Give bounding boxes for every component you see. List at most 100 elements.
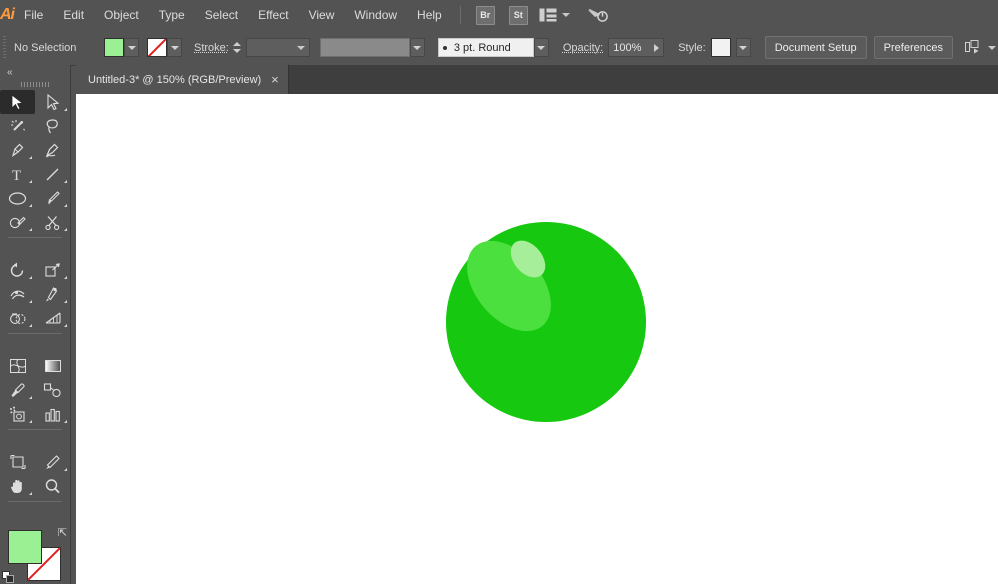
workspace-switcher-button[interactable]: [539, 8, 570, 22]
tool-separator: [0, 498, 70, 505]
style-dropdown-button[interactable]: [735, 38, 751, 57]
control-bar-grip[interactable]: [0, 30, 9, 65]
width-tool[interactable]: [0, 282, 35, 306]
pen-tool[interactable]: [0, 138, 35, 162]
curvature-tool[interactable]: [35, 138, 70, 162]
brush-definition-control[interactable]: 3 pt. Round: [437, 38, 549, 57]
menu-help[interactable]: Help: [407, 0, 452, 30]
artwork-layer: [446, 222, 646, 422]
chevron-down-icon: [561, 13, 570, 17]
tools-panel: « T ⇱: [0, 65, 71, 584]
graphic-style-control[interactable]: Style:: [678, 38, 751, 57]
brush-dot-icon: [442, 45, 447, 50]
free-transform-tool[interactable]: [35, 282, 70, 306]
menu-effect[interactable]: Effect: [248, 0, 298, 30]
fill-dropdown-button[interactable]: [124, 38, 139, 57]
stroke-weight-stepper[interactable]: [232, 38, 243, 57]
menu-divider: [459, 6, 461, 24]
variable-width-profile-field[interactable]: [319, 38, 410, 57]
hand-tool[interactable]: [0, 474, 35, 498]
brush-definition-value: 3 pt. Round: [453, 41, 511, 54]
bridge-button[interactable]: Br: [475, 5, 495, 25]
default-fill-stroke-icon[interactable]: [2, 571, 15, 584]
opacity-label: Opacity:: [562, 41, 604, 54]
stroke-weight-field[interactable]: [245, 38, 310, 57]
stroke-swatch[interactable]: [147, 38, 167, 57]
slice-tool[interactable]: [35, 450, 70, 474]
tool-separator: [0, 426, 70, 433]
ellipse-tool[interactable]: [0, 186, 35, 210]
opacity-control[interactable]: Opacity: 100%: [562, 38, 665, 57]
variable-width-profile-dropdown[interactable]: [409, 38, 425, 57]
paintbrush-tool[interactable]: [35, 186, 70, 210]
preferences-button[interactable]: Preferences: [873, 36, 953, 59]
green-sphere-artwork[interactable]: [446, 222, 646, 422]
fill-swatch[interactable]: [104, 38, 124, 57]
app-logo-icon: Ai: [0, 6, 15, 23]
chevron-down-icon: [170, 45, 179, 50]
shape-builder-tool[interactable]: [0, 306, 35, 330]
column-graph-tool[interactable]: [35, 402, 70, 426]
stock-button[interactable]: St: [508, 5, 528, 25]
scale-tool[interactable]: [35, 258, 70, 282]
fill-proxy-swatch[interactable]: [8, 530, 42, 564]
gradient-tool[interactable]: [35, 354, 70, 378]
zoom-tool[interactable]: [35, 474, 70, 498]
direct-selection-tool[interactable]: [35, 90, 70, 114]
chevron-down-icon: [127, 45, 136, 50]
type-tool[interactable]: T: [0, 162, 35, 186]
swap-fill-stroke-icon[interactable]: ⇱: [58, 526, 67, 539]
artboard-tool[interactable]: [0, 450, 35, 474]
arrange-documents-button[interactable]: [964, 40, 996, 55]
menu-file[interactable]: File: [14, 0, 53, 30]
shaper-pencil-tool[interactable]: [0, 210, 35, 234]
collapse-panel-button[interactable]: «: [0, 65, 70, 79]
selection-tool[interactable]: [0, 90, 35, 114]
blend-tool[interactable]: [35, 378, 70, 402]
line-segment-tool[interactable]: [35, 162, 70, 186]
document-tab-title: Untitled-3* @ 150% (RGB/Preview): [88, 73, 262, 86]
tool-separator: [0, 234, 70, 241]
selection-status-label: No Selection: [14, 41, 77, 54]
tools-panel-grip[interactable]: [0, 79, 70, 90]
fill-color-control[interactable]: [104, 38, 139, 57]
scissors-tool[interactable]: [35, 210, 70, 234]
menu-edit[interactable]: Edit: [53, 0, 94, 30]
menu-bar-right-cluster: Br St: [452, 0, 998, 30]
chevron-down-icon: [296, 45, 305, 50]
stroke-color-control[interactable]: [147, 38, 182, 57]
stroke-dropdown-button[interactable]: [167, 38, 182, 57]
lasso-tool[interactable]: [35, 114, 70, 138]
search-adobe-stock-icon: [587, 8, 608, 22]
menu-view[interactable]: View: [299, 0, 345, 30]
opacity-field[interactable]: 100%: [608, 38, 665, 57]
chevron-down-icon: [987, 45, 996, 50]
chevron-down-icon: [537, 45, 546, 50]
artboard-canvas[interactable]: [76, 94, 998, 584]
mesh-tool[interactable]: [0, 354, 35, 378]
menu-window[interactable]: Window: [344, 0, 407, 30]
symbol-sprayer-tool[interactable]: [0, 402, 35, 426]
opacity-value: 100%: [613, 41, 642, 54]
menu-select[interactable]: Select: [195, 0, 248, 30]
variable-width-profile-control[interactable]: [319, 38, 425, 57]
magic-wand-tool[interactable]: [0, 114, 35, 138]
arrange-documents-icon: [964, 40, 979, 54]
menu-object[interactable]: Object: [94, 0, 149, 30]
menu-type[interactable]: Type: [149, 0, 195, 30]
document-setup-button[interactable]: Document Setup: [764, 36, 867, 59]
style-swatch[interactable]: [710, 38, 731, 57]
style-label: Style:: [678, 41, 706, 54]
brush-definition-field[interactable]: 3 pt. Round: [437, 38, 534, 57]
document-tab[interactable]: Untitled-3* @ 150% (RGB/Preview) ×: [76, 65, 289, 94]
close-icon[interactable]: ×: [271, 73, 279, 86]
rotate-tool[interactable]: [0, 258, 35, 282]
search-stock-button[interactable]: [586, 6, 610, 24]
perspective-grid-tool[interactable]: [35, 306, 70, 330]
menu-bar: Ai File Edit Object Type Select Effect V…: [0, 0, 998, 30]
chevron-right-icon: [654, 43, 660, 52]
brush-definition-dropdown[interactable]: [533, 38, 549, 57]
eyedropper-tool[interactable]: [0, 378, 35, 402]
stroke-weight-label: Stroke:: [194, 41, 229, 54]
stroke-weight-control[interactable]: Stroke:: [194, 38, 310, 57]
